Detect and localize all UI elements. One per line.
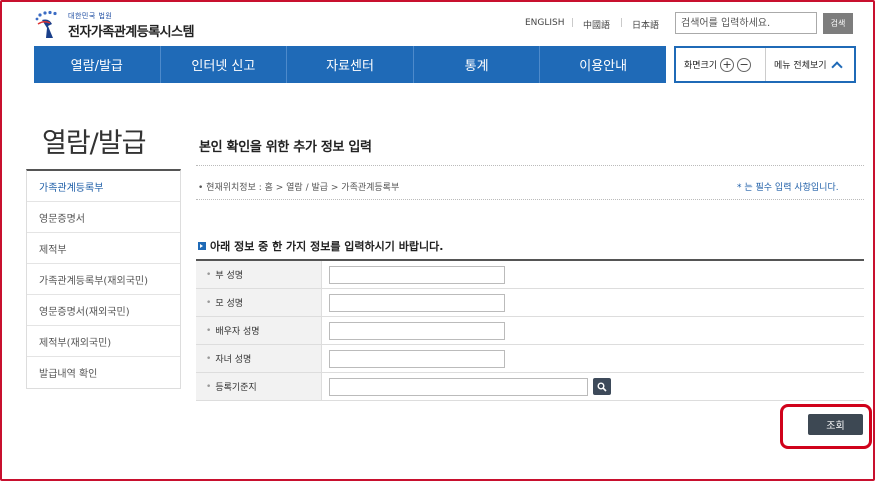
field-label: 배우자 성명: [215, 327, 260, 337]
breadcrumb: • 현재위치정보 : 홈 > 열람 / 발급 > 가족관계등록부: [198, 183, 400, 193]
sidebar-item-issue-history[interactable]: 발급내역 확인: [27, 357, 180, 388]
form-row-father: • 부 성명: [196, 261, 864, 289]
page-tools: 화면크기 + − 메뉴 전체보기: [674, 46, 856, 83]
nav-item-resource-center[interactable]: 자료센터: [287, 46, 414, 83]
zoom-out-icon[interactable]: −: [737, 57, 752, 72]
menu-all-button[interactable]: 메뉴 전체보기: [766, 48, 843, 81]
sidebar-item-english-certificate[interactable]: 영문증명서: [27, 202, 180, 233]
lang-japanese-link[interactable]: 日本語: [632, 18, 659, 31]
field-label: 자녀 성명: [215, 355, 252, 365]
required-note: * 는 필수 입력 사항입니다.: [737, 183, 839, 193]
site-logo[interactable]: 대한민국 법원 전자가족관계등록시스템: [34, 10, 195, 40]
sidebar-item-removed-register-overseas[interactable]: 제적부(재외국민): [27, 326, 180, 357]
section-heading: 아래 정보 중 한 가지 정보를 입력하시기 바랍니다.: [198, 238, 443, 254]
bullet-arrow-icon: [198, 242, 206, 250]
court-emblem-icon: [34, 10, 64, 40]
lang-chinese-link[interactable]: 中國語: [583, 18, 610, 31]
logo-title: 전자가족관계등록시스템: [68, 24, 195, 40]
sidebar-menu: 가족관계등록부 영문증명서 제적부 가족관계등록부(재외국민) 영문증명서(재외…: [26, 169, 181, 389]
menu-all-label: 메뉴 전체보기: [774, 61, 827, 71]
sidebar-item-family-register-overseas[interactable]: 가족관계등록부(재외국민): [27, 264, 180, 295]
address-search-button[interactable]: [593, 378, 611, 395]
registration-base-input[interactable]: [329, 377, 588, 396]
section-heading-text: 아래 정보 중 한 가지 정보를 입력하시기 바랍니다.: [210, 240, 444, 253]
lang-separator: |: [571, 18, 575, 28]
search-input[interactable]: [675, 12, 817, 34]
search-icon: [597, 382, 607, 392]
nav-item-issue[interactable]: 열람/발급: [34, 46, 161, 83]
divider: [196, 165, 864, 166]
field-label: 등록기준지: [215, 383, 257, 393]
search-button[interactable]: 검색: [823, 13, 853, 34]
lang-english-link[interactable]: ENGLISH: [525, 18, 565, 28]
main-nav: 열람/발급 인터넷 신고 자료센터 통계 이용안내: [34, 46, 666, 83]
zoom-in-icon[interactable]: +: [720, 57, 735, 72]
child-name-input[interactable]: [329, 349, 505, 368]
info-form: • 부 성명 • 모 성명 • 배우자 성명 • 자녀 성명 • 등록기준지: [196, 259, 864, 401]
form-row-child: • 자녀 성명: [196, 345, 864, 373]
chevron-up-icon: [830, 60, 843, 73]
form-row-registration-base: • 등록기준지: [196, 373, 864, 401]
font-size-label: 화면크기: [684, 61, 718, 71]
form-row-mother: • 모 성명: [196, 289, 864, 317]
nav-item-internet-report[interactable]: 인터넷 신고: [161, 46, 288, 83]
nav-item-guide[interactable]: 이용안내: [540, 46, 666, 83]
logo-subtitle: 대한민국 법원: [68, 11, 113, 20]
spouse-name-input[interactable]: [329, 321, 505, 340]
lang-separator: |: [620, 18, 624, 28]
submit-inquiry-button[interactable]: 조회: [808, 414, 863, 435]
sidebar-item-family-register[interactable]: 가족관계등록부: [27, 171, 180, 202]
sidebar-item-removed-register[interactable]: 제적부: [27, 233, 180, 264]
page-title: 본인 확인을 위한 추가 정보 입력: [199, 140, 372, 155]
nav-item-statistics[interactable]: 통계: [414, 46, 541, 83]
mother-name-input[interactable]: [329, 293, 505, 312]
father-name-input[interactable]: [329, 265, 505, 284]
field-label: 모 성명: [215, 299, 244, 309]
field-label: 부 성명: [215, 271, 244, 281]
sidebar-title: 열람/발급: [42, 128, 146, 159]
divider: [196, 199, 864, 200]
sidebar-item-english-certificate-overseas[interactable]: 영문증명서(재외국민): [27, 295, 180, 326]
form-row-spouse: • 배우자 성명: [196, 317, 864, 345]
